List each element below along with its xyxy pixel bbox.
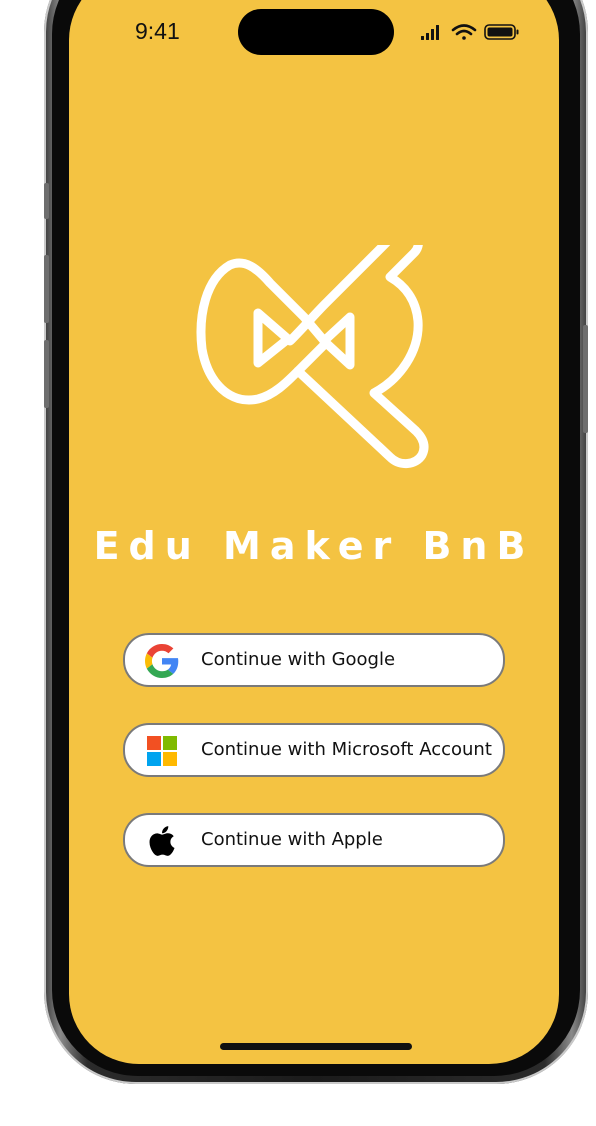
continue-with-microsoft-label: Continue with Microsoft Account — [201, 739, 492, 760]
signal-icon — [421, 25, 439, 40]
power-button — [583, 325, 588, 433]
continue-with-apple-button[interactable]: Continue with Apple — [123, 813, 505, 867]
status-time: 9:41 — [135, 18, 180, 44]
apple-icon — [149, 826, 175, 856]
bow-tie-play-logo — [196, 245, 429, 468]
wifi-icon — [451, 24, 477, 40]
app-screen: 9:41 Edu Maker BnB Continue with Google … — [69, 0, 559, 1064]
volume-button — [44, 255, 49, 323]
app-title: Edu Maker BnB — [93, 524, 535, 568]
battery-icon — [484, 24, 519, 40]
home-indicator[interactable] — [220, 1043, 412, 1050]
volume-button — [44, 340, 49, 408]
microsoft-icon — [147, 736, 177, 766]
status-icons — [421, 24, 519, 40]
continue-with-apple-label: Continue with Apple — [201, 829, 383, 850]
continue-with-microsoft-button[interactable]: Continue with Microsoft Account — [123, 723, 505, 777]
google-icon — [145, 644, 179, 678]
dynamic-island — [238, 9, 394, 55]
device-mockup: 9:41 Edu Maker BnB Continue with Google … — [0, 0, 596, 1126]
continue-with-google-button[interactable]: Continue with Google — [123, 633, 505, 687]
volume-button — [44, 183, 49, 219]
continue-with-google-label: Continue with Google — [201, 649, 396, 670]
